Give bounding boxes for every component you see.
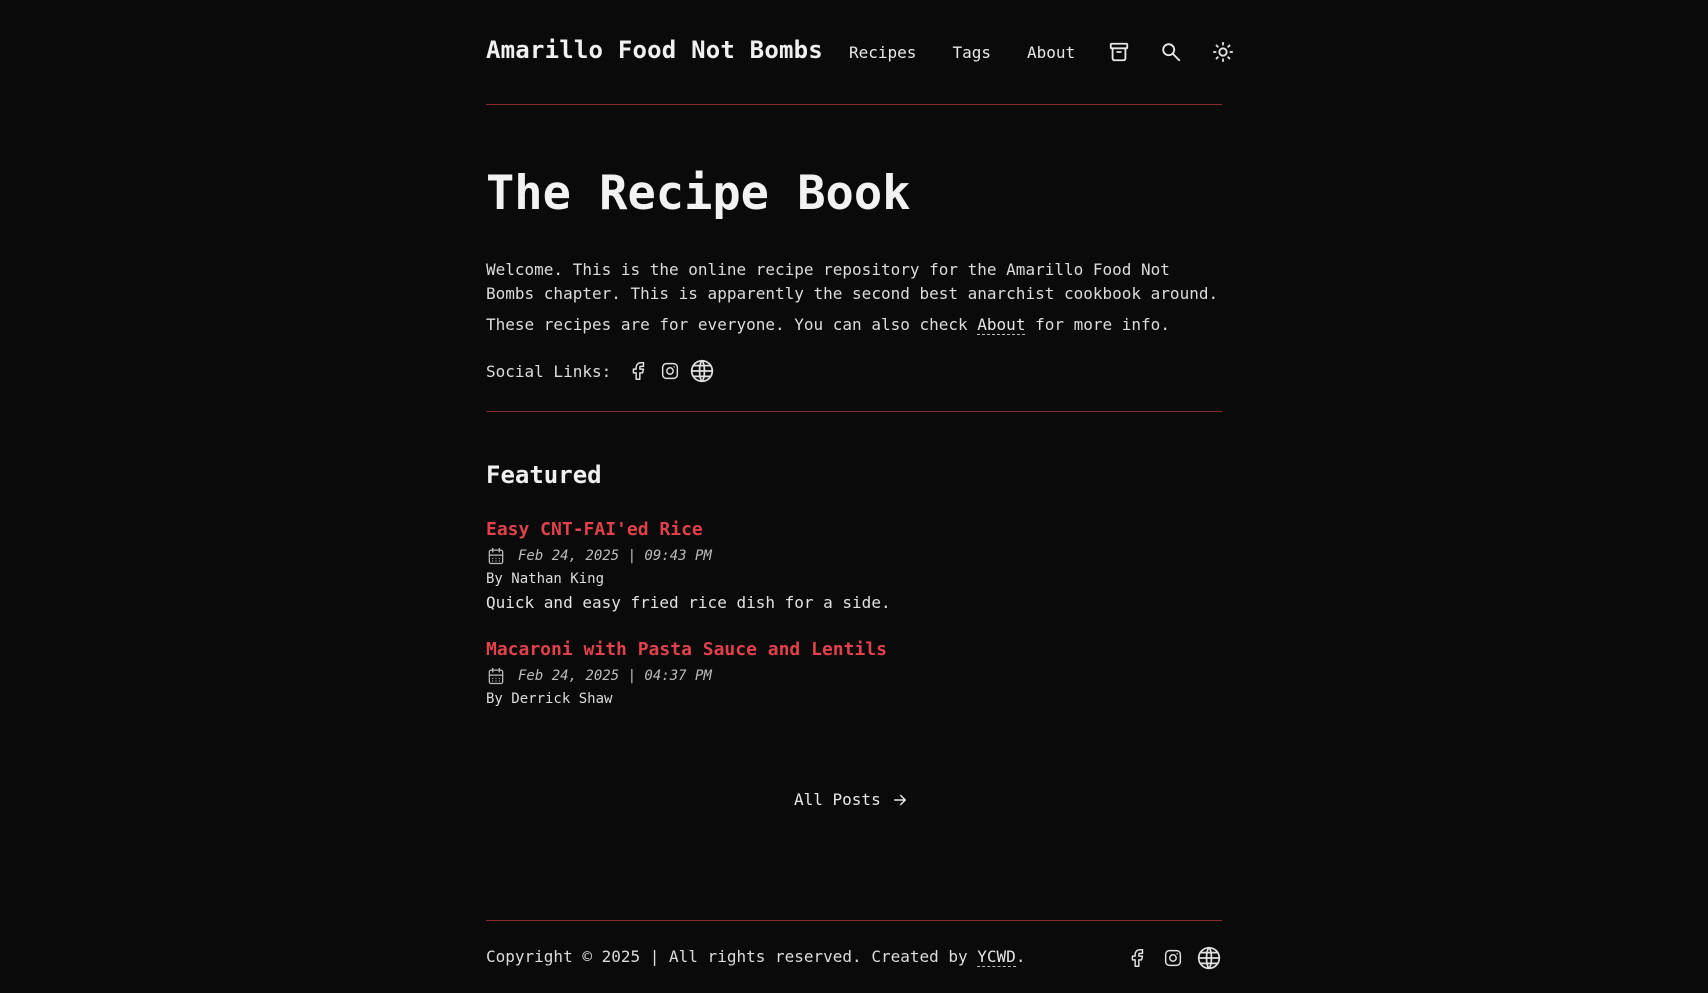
post-title-link[interactable]: Macaroni with Pasta Sauce and Lentils xyxy=(486,638,1222,662)
featured-heading: Featured xyxy=(486,461,602,489)
featured-post: Easy CNT-FAI'ed Rice Feb 24, 2025 | 09:4… xyxy=(486,518,1222,614)
footer-divider xyxy=(486,920,1222,921)
facebook-icon[interactable] xyxy=(625,358,651,384)
post-date-text: Feb 24, 2025 | 09:43 PM xyxy=(518,548,712,564)
intro-text-secondary: These recipes are for everyone. You can … xyxy=(486,313,1170,337)
post-author: By Derrick Shaw xyxy=(486,691,613,707)
post-date: Feb 24, 2025 | 04:37 PM xyxy=(486,666,1222,686)
post-description: Quick and easy fried rice dish for a sid… xyxy=(486,593,891,612)
copyright-end: . xyxy=(1015,947,1026,966)
post-date-text: Feb 24, 2025 | 04:37 PM xyxy=(518,668,712,684)
calendar-icon xyxy=(486,546,506,566)
calendar-icon xyxy=(486,666,506,686)
intro2-after: for more info. xyxy=(1025,315,1170,334)
sun-icon[interactable] xyxy=(1211,40,1235,64)
footer-copyright: Copyright © 2025 | All rights reserved. … xyxy=(486,947,1026,967)
main-nav: Recipes Tags About xyxy=(849,40,1235,64)
creator-link[interactable]: YCWD xyxy=(977,947,1016,967)
all-posts-link[interactable]: All Posts xyxy=(794,790,909,809)
intro2-before: These recipes are for everyone. You can … xyxy=(486,315,978,334)
footer-social-links xyxy=(1120,945,1222,971)
globe-icon[interactable] xyxy=(1196,945,1222,971)
social-links: Social Links: xyxy=(486,358,721,384)
nav-about-link[interactable]: About xyxy=(1027,43,1075,62)
arrow-right-icon xyxy=(891,791,909,809)
nav-tags-link[interactable]: Tags xyxy=(952,43,991,62)
page-container: Amarillo Food Not Bombs Recipes Tags Abo… xyxy=(486,0,1234,970)
about-inline-link[interactable]: About xyxy=(977,315,1026,335)
globe-icon[interactable] xyxy=(689,358,715,384)
site-title[interactable]: Amarillo Food Not Bombs xyxy=(486,36,823,64)
copyright-text: Copyright © 2025 | All rights reserved. … xyxy=(486,947,978,966)
all-posts-label: All Posts xyxy=(794,790,881,809)
post-date: Feb 24, 2025 | 09:43 PM xyxy=(486,546,1222,566)
social-links-label: Social Links: xyxy=(486,361,612,381)
instagram-icon[interactable] xyxy=(657,358,683,384)
facebook-icon[interactable] xyxy=(1124,945,1150,971)
post-title-link[interactable]: Easy CNT-FAI'ed Rice xyxy=(486,518,1222,542)
nav-recipes-link[interactable]: Recipes xyxy=(849,43,916,62)
intro-text: Welcome. This is the online recipe repos… xyxy=(486,260,1219,303)
post-author: By Nathan King xyxy=(486,571,605,587)
search-icon[interactable] xyxy=(1159,40,1183,64)
site-header: Amarillo Food Not Bombs Recipes Tags Abo… xyxy=(486,0,1234,105)
archive-icon[interactable] xyxy=(1107,40,1131,64)
featured-post: Macaroni with Pasta Sauce and Lentils Fe… xyxy=(486,638,1222,708)
section-divider xyxy=(486,411,1222,412)
instagram-icon[interactable] xyxy=(1160,945,1186,971)
page-title: The Recipe Book xyxy=(486,166,911,221)
